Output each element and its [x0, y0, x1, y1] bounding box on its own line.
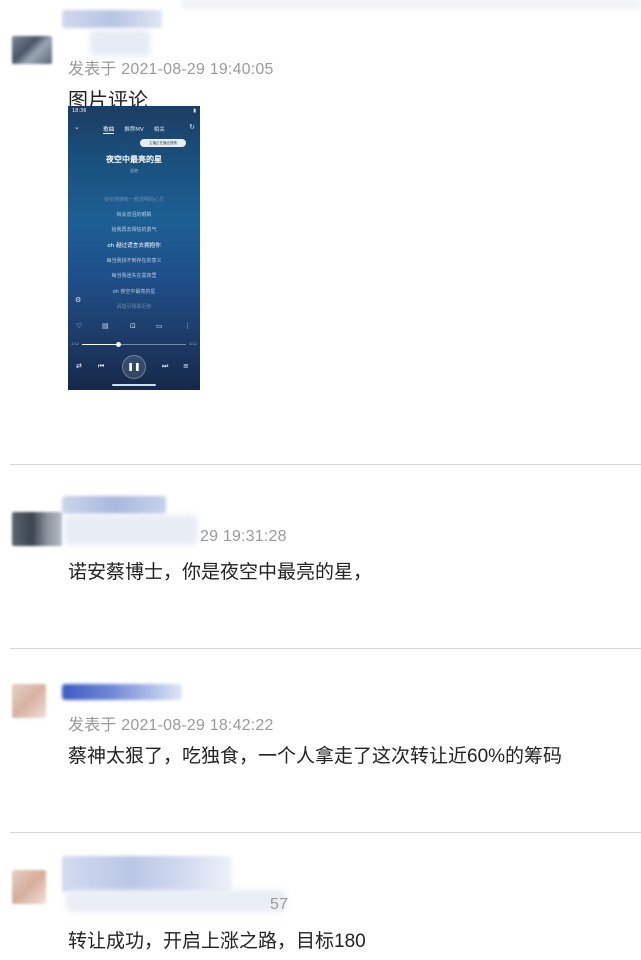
- home-indicator: [112, 384, 156, 386]
- lyric-line-current: oh 越过谎言去拥抱你: [107, 243, 161, 249]
- progress-fill: [82, 344, 118, 345]
- comment-divider: [10, 648, 641, 649]
- username-blurred[interactable]: [62, 684, 182, 700]
- avatar[interactable]: [12, 512, 62, 546]
- avatar[interactable]: [12, 684, 46, 718]
- comment-meta: 发表于 2021-08-29 19:40:05: [68, 61, 274, 78]
- lyric-line: 每当我迷失在黑夜里: [111, 273, 157, 279]
- phone-status-bar: 18:36 ▮: [72, 108, 196, 114]
- comment-divider: [10, 464, 641, 465]
- download-icon: ⊡: [130, 322, 136, 330]
- player-tabs: 歌曲 推荐MV 相关: [68, 125, 200, 134]
- comment-meta: 发表于 2021-08-29 18:42:22: [68, 717, 274, 734]
- status-time: 18:36: [72, 108, 87, 114]
- comment-meta: 57: [270, 896, 289, 913]
- username-blurred-ext: [66, 890, 286, 912]
- comment-meta: 29 19:31:28: [200, 528, 287, 545]
- username-blurred-ext: [90, 30, 150, 56]
- comment-text: 蔡神太狠了，吃独食，一个人拿走了这次转让近60%的筹码: [68, 746, 563, 767]
- queue-icon: ≡: [183, 362, 189, 370]
- lyric-line: 请指引我靠近你: [116, 304, 152, 310]
- shuffle-icon: ⇄: [76, 362, 82, 370]
- heart-icon: ♡: [76, 322, 83, 330]
- pause-icon: ❚❚: [122, 355, 146, 379]
- playlist-icon: ▭: [156, 322, 163, 330]
- lyric-line: 我祈祷拥有一颗透明的心灵: [103, 197, 164, 203]
- current-time: 1:12: [71, 342, 79, 346]
- tab-song: 歌曲: [103, 127, 115, 134]
- lyric-line: 给我再去相信的勇气: [111, 227, 157, 233]
- comment-image[interactable]: 18:36 ▮ ⌄ 歌曲 推荐MV 相关 ↻ 主播正在播这首歌 夜空中最亮的星 …: [68, 106, 200, 390]
- username-blurred[interactable]: [62, 10, 162, 28]
- share-icon: ↻: [189, 123, 195, 131]
- song-title: 夜空中最亮的星: [106, 155, 162, 164]
- comment-divider: [10, 832, 641, 833]
- lyric-line: oh 夜空中最亮的星: [112, 289, 156, 295]
- comment-text: 诺安蔡博士，你是夜空中最亮的星，: [68, 562, 373, 583]
- song-artist: 逃跑: [130, 168, 138, 173]
- top-blur: [180, 0, 641, 8]
- username-blurred[interactable]: [62, 496, 166, 514]
- comment-icon: ▤: [102, 322, 109, 330]
- next-icon: ⏭: [162, 362, 169, 370]
- lyric-line: 和会流泪的眼睛: [116, 212, 152, 218]
- prev-icon: ⏮: [98, 362, 105, 370]
- username-blurred-ext: [64, 515, 198, 545]
- lyric-line: 每当我找不到存在的意义: [106, 258, 162, 264]
- username-blurred[interactable]: [62, 856, 232, 892]
- tab-related: 相关: [153, 127, 165, 133]
- tab-mv: 推荐MV: [124, 127, 144, 133]
- avatar[interactable]: [12, 36, 52, 64]
- total-time: 4:12: [189, 342, 197, 346]
- avatar[interactable]: [12, 870, 46, 904]
- live-chip: 主播正在播这首歌: [140, 139, 186, 147]
- progress-knob: [116, 342, 121, 347]
- settings-icon: ⚙: [75, 296, 82, 304]
- comment-text: 转让成功，开启上涨之路，目标180: [68, 931, 366, 952]
- battery-icon: ▮: [193, 108, 196, 114]
- more-icon: ⋮: [184, 322, 191, 330]
